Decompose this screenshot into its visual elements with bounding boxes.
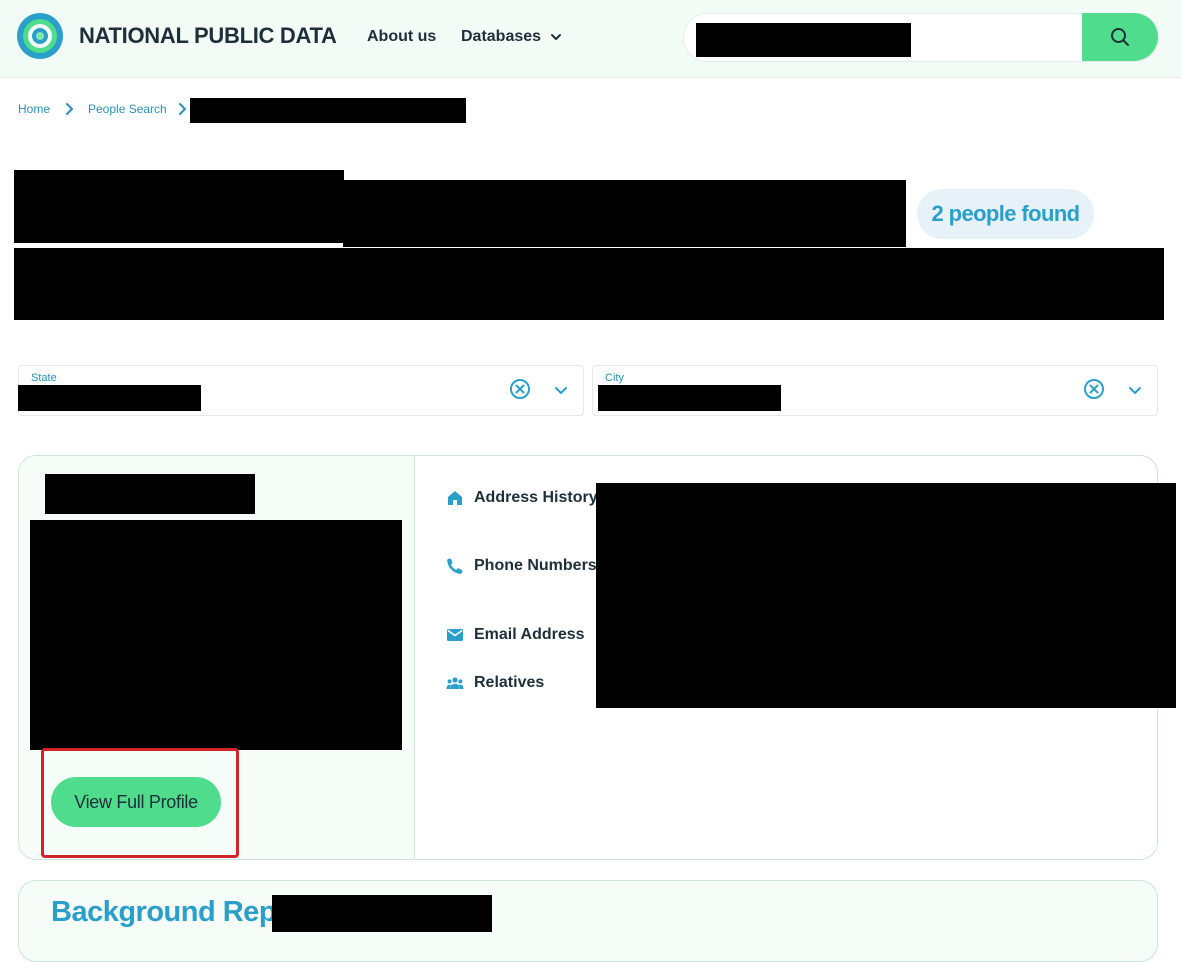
background-report-title-redacted — [272, 895, 492, 932]
nav-databases-label: Databases — [461, 28, 542, 45]
chevron-down-icon[interactable] — [551, 380, 571, 400]
breadcrumb-people-search[interactable]: People Search — [88, 102, 167, 116]
breadcrumb-home[interactable]: Home — [18, 102, 50, 116]
phone-icon — [447, 558, 463, 574]
envelope-icon — [447, 629, 463, 641]
page-title-redacted-2 — [343, 180, 906, 247]
people-icon — [446, 677, 464, 689]
chevron-right-icon — [66, 103, 74, 115]
logo-icon[interactable] — [17, 13, 63, 59]
results-count-badge: 2 people found — [917, 189, 1094, 239]
state-value-redacted — [18, 385, 201, 411]
clear-icon[interactable] — [509, 378, 531, 400]
page-title-redacted — [14, 170, 344, 243]
city-select-label: City — [605, 372, 624, 384]
background-report-title: Background Repo — [51, 896, 294, 928]
breadcrumb-current-redacted — [190, 98, 466, 123]
search-input-value-redacted — [696, 23, 911, 57]
phone-numbers-label: Phone Numbers — [474, 557, 597, 574]
person-details-redacted — [30, 520, 402, 750]
address-history-label: Address History — [474, 489, 598, 506]
relatives-label: Relatives — [474, 674, 545, 691]
relatives-row: Relatives — [446, 674, 544, 692]
home-icon — [448, 491, 462, 505]
clear-icon[interactable] — [1083, 378, 1105, 400]
state-select-label: State — [31, 372, 57, 384]
search-button[interactable] — [1082, 13, 1158, 61]
person-name-redacted — [45, 474, 255, 514]
title-underline — [14, 243, 343, 246]
brand-name[interactable]: NATIONAL PUBLIC DATA — [79, 23, 337, 49]
chevron-down-icon — [551, 34, 562, 40]
phone-numbers-row: Phone Numbers — [446, 557, 597, 575]
email-address-label: Email Address — [474, 626, 585, 643]
view-full-profile-button[interactable]: View Full Profile — [51, 777, 221, 827]
page-subtitle-redacted — [14, 248, 1164, 320]
city-value-redacted — [598, 385, 781, 411]
email-address-row: Email Address — [446, 626, 585, 644]
nav-about-us[interactable]: About us — [367, 28, 436, 46]
search-icon — [1111, 28, 1129, 46]
address-history-row: Address History — [446, 489, 598, 507]
nav-databases[interactable]: Databases — [461, 28, 563, 46]
chevron-down-icon[interactable] — [1125, 380, 1145, 400]
chevron-right-icon — [179, 103, 187, 115]
contact-details-redacted — [596, 483, 1176, 708]
